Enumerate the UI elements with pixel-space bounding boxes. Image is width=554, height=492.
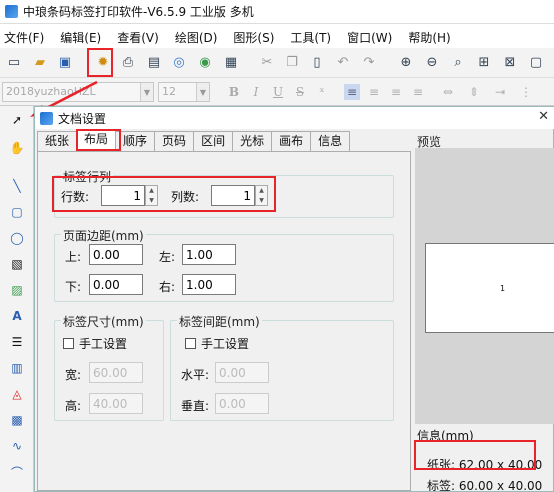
tab-cursor[interactable]: 光标: [232, 131, 273, 151]
dialog-title-bar: 文档设置 ✕: [35, 107, 554, 129]
chevron-up-icon[interactable]: ▲: [256, 186, 267, 196]
gap-horizontal-label: 水平:: [181, 368, 210, 382]
margin-bottom-input[interactable]: [89, 274, 143, 295]
chevron-up-icon[interactable]: ▲: [146, 186, 157, 196]
dialog-tabs: 纸张 布局 顺序 页码 区间 光标 画布 信息: [37, 129, 351, 151]
page-margins-legend: 页面边距(mm): [61, 227, 146, 244]
paper-size-value: 62.00 x 40.00: [458, 458, 543, 472]
label-size-legend: 标签尺寸(mm): [61, 313, 146, 330]
preview-pane: 预览 1 信息(mm) 纸张: 62.00 x 40.00 标签: 60.00 …: [415, 131, 554, 492]
label-size-info-label: 标签:: [427, 479, 456, 492]
label-size-manual-label: 手工设置: [79, 337, 128, 351]
margin-left-input[interactable]: [182, 244, 236, 265]
tab-info[interactable]: 信息: [310, 131, 351, 151]
tab-layout[interactable]: 布局: [76, 129, 117, 151]
dialog-app-icon: [40, 111, 53, 125]
paper-size-row: 纸张: 62.00 x 40.00: [427, 456, 542, 473]
tab-paper[interactable]: 纸张: [37, 131, 78, 151]
tab-canvas[interactable]: 画布: [271, 131, 312, 151]
rows-stepper[interactable]: ▲ ▼: [145, 185, 158, 206]
label-width-label: 宽:: [65, 368, 82, 382]
document-settings-dialog: 文档设置 ✕ 纸张 布局 顺序 页码 区间 光标 画布 信息 标签行列 行数: …: [34, 106, 554, 492]
tab-order[interactable]: 顺序: [115, 131, 156, 151]
page-margins-group: 页面边距(mm) 上: 左: 下: 右:: [54, 227, 394, 302]
paper-size-label: 纸张:: [427, 458, 456, 472]
label-gap-manual-label: 手工设置: [201, 337, 250, 351]
cols-input[interactable]: [211, 185, 255, 206]
label-grid-legend: 标签行列: [61, 168, 114, 185]
gap-horizontal-input[interactable]: [215, 362, 269, 383]
close-icon[interactable]: ✕: [538, 109, 549, 124]
layout-tab-panel: 标签行列 行数: ▲▼ 列数: ▲▼ 页面边距(mm) 上: 左: 下: 右: …: [37, 151, 411, 491]
margin-left-label: 左:: [159, 250, 176, 264]
label-preview: 1: [425, 243, 554, 333]
margin-right-input[interactable]: [182, 274, 236, 295]
tab-page-number[interactable]: 页码: [154, 131, 195, 151]
margin-right-label: 右:: [159, 280, 176, 294]
margin-bottom-label: 下:: [65, 280, 82, 294]
gap-vertical-label: 垂直:: [181, 399, 210, 413]
label-number: 1: [500, 284, 506, 293]
label-size-row: 标签: 60.00 x 40.00: [427, 477, 542, 492]
label-gap-group: 标签间距(mm) 手工设置 水平: 垂直:: [170, 313, 394, 421]
label-gap-manual-checkbox[interactable]: [185, 338, 196, 349]
label-size-group: 标签尺寸(mm) 手工设置 宽: 高:: [54, 313, 164, 421]
gap-vertical-input[interactable]: [215, 393, 269, 414]
info-title: 信息(mm): [417, 429, 474, 443]
chevron-down-icon[interactable]: ▼: [146, 196, 157, 206]
label-width-input[interactable]: [89, 362, 143, 383]
cols-label: 列数:: [171, 190, 200, 204]
label-height-label: 高:: [65, 399, 82, 413]
label-grid-group: 标签行列 行数: ▲▼ 列数: ▲▼: [54, 168, 394, 218]
cols-stepper[interactable]: ▲ ▼: [255, 185, 268, 206]
label-height-input[interactable]: [89, 393, 143, 414]
rows-label: 行数:: [61, 190, 90, 204]
margin-top-label: 上:: [65, 250, 82, 264]
preview-canvas: 1: [415, 148, 554, 424]
tab-range[interactable]: 区间: [193, 131, 234, 151]
dialog-title: 文档设置: [58, 111, 107, 126]
chevron-down-icon[interactable]: ▼: [256, 196, 267, 206]
label-size-info-value: 60.00 x 40.00: [458, 479, 543, 492]
label-size-manual-checkbox[interactable]: [63, 338, 74, 349]
label-gap-legend: 标签间距(mm): [177, 313, 262, 330]
margin-top-input[interactable]: [89, 244, 143, 265]
rows-input[interactable]: [101, 185, 145, 206]
